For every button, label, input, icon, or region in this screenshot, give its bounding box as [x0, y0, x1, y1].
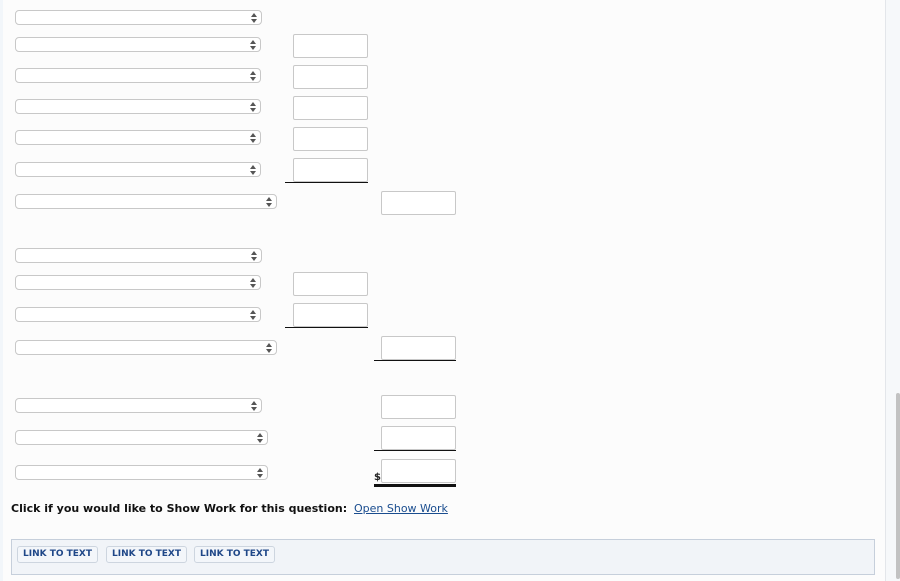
select-arrows-icon: [250, 309, 257, 320]
select-arrows-icon: [251, 400, 258, 411]
total-input-1[interactable]: [381, 191, 456, 215]
account-select-11[interactable]: [15, 340, 277, 355]
subtotal-rule-1: [285, 182, 368, 183]
select-arrows-icon: [251, 12, 258, 23]
select-arrows-icon: [266, 342, 273, 353]
account-select-5[interactable]: [15, 130, 261, 145]
account-select-4[interactable]: [15, 99, 261, 114]
select-arrows-icon: [250, 132, 257, 143]
account-select-10[interactable]: [15, 307, 261, 322]
total-rule-4: [374, 450, 456, 451]
select-arrows-icon: [257, 432, 264, 443]
show-work-label: Click if you would like to Show Work for…: [11, 502, 348, 515]
account-select-12[interactable]: [15, 398, 262, 413]
select-arrows-icon: [266, 196, 273, 207]
account-select-6[interactable]: [15, 162, 261, 177]
select-arrows-icon: [250, 101, 257, 112]
total-input-3[interactable]: [381, 395, 456, 419]
account-select-9[interactable]: [15, 275, 261, 290]
total-input-2[interactable]: [381, 336, 456, 360]
amount-input-5[interactable]: [293, 158, 368, 182]
select-arrows-icon: [251, 250, 258, 261]
account-select-7[interactable]: [15, 194, 277, 209]
amount-input-2[interactable]: [293, 65, 368, 89]
amount-input-3[interactable]: [293, 96, 368, 120]
amount-input-7[interactable]: [293, 303, 368, 327]
total-input-4[interactable]: [381, 426, 456, 450]
subtotal-rule-2: [285, 327, 368, 328]
select-arrows-icon: [257, 467, 264, 478]
link-to-text-bar: LINK TO TEXT LINK TO TEXT LINK TO TEXT: [11, 539, 875, 575]
account-select-3[interactable]: [15, 68, 261, 83]
open-show-work-link[interactable]: Open Show Work: [354, 502, 448, 515]
select-arrows-icon: [250, 70, 257, 81]
select-arrows-icon: [250, 277, 257, 288]
select-arrows-icon: [250, 164, 257, 175]
amount-input-4[interactable]: [293, 127, 368, 151]
dollar-sign: $: [374, 472, 381, 483]
account-select-2[interactable]: [15, 37, 261, 52]
amount-input-1[interactable]: [293, 34, 368, 58]
link-to-text-button-2[interactable]: LINK TO TEXT: [106, 546, 188, 563]
account-select-13[interactable]: [15, 430, 268, 445]
select-arrows-icon: [250, 39, 257, 50]
account-select-8[interactable]: [15, 248, 262, 263]
double-underline: [374, 484, 456, 487]
question-content: [3, 0, 885, 581]
link-to-text-button-1[interactable]: LINK TO TEXT: [17, 546, 99, 563]
amount-input-6[interactable]: [293, 272, 368, 296]
total-rule-2: [374, 360, 456, 361]
scrollbar-thumb[interactable]: [896, 393, 900, 579]
account-select-1[interactable]: [15, 10, 262, 25]
final-total-input[interactable]: [381, 459, 456, 483]
account-select-14[interactable]: [15, 465, 268, 480]
link-to-text-button-3[interactable]: LINK TO TEXT: [194, 546, 276, 563]
